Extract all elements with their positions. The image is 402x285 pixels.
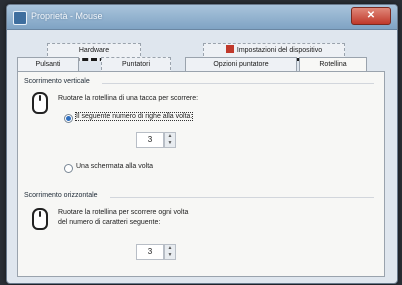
tab-row-front: Pulsanti Puntatori Opzioni puntatore Rot… [17,57,383,75]
vertical-description: Ruotare la rotellina di una tacca per sc… [58,95,199,102]
spin-up-icon[interactable]: ▲ [165,133,175,140]
tab-wheel-label: Rotellina [319,61,347,68]
chars-spin-buttons: ▲ ▼ [164,244,176,260]
chars-spin-value[interactable]: 3 [136,244,164,260]
mouse-properties-window: Proprietà - Mouse ✕ Hardware Impostazion… [6,4,398,284]
spin-down-icon[interactable]: ▼ [165,252,175,259]
shield-icon [225,45,234,53]
mouse-icon [32,208,48,230]
tab-hardware-label: Hardware [78,47,110,54]
wheel-panel: Scorrimento verticale Ruotare la rotelli… [17,71,385,277]
title-bar: Proprietà - Mouse ✕ [7,5,397,30]
lines-spin-buttons: ▲ ▼ [164,132,176,148]
horizontal-group-divider [110,197,374,198]
horizontal-scroll-title: Scorrimento orizzontale [24,192,98,199]
lines-spin-value[interactable]: 3 [136,132,164,148]
mouse-app-icon [13,11,27,25]
radio-lines-per-notch[interactable] [64,114,73,123]
radio-one-screen-label[interactable]: Una schermata alla volta [76,163,153,170]
tab-pointer-options[interactable]: Opzioni puntatore [185,57,297,72]
window-title: Proprietà - Mouse [31,11,103,21]
tab-buttons-label: Pulsanti [35,61,61,68]
horizontal-description-line1: Ruotare la rotellina per scorrere ogni v… [58,209,189,216]
horizontal-description-line2: del numero di caratteri seguente: [58,219,161,226]
radio-one-screen[interactable] [64,164,73,173]
spin-up-icon[interactable]: ▲ [165,245,175,252]
tab-pointer-options-label: Opzioni puntatore [213,61,269,68]
vertical-scroll-title: Scorrimento verticale [24,78,90,85]
tab-row-back: Hardware Impostazioni del dispositivo [17,43,383,61]
vertical-group-divider [102,83,374,84]
mouse-icon [32,92,48,114]
tab-buttons[interactable]: Pulsanti [17,57,79,72]
radio-lines-label[interactable]: Il seguente numero di righe alla volta: [74,112,194,121]
close-button[interactable]: ✕ [351,7,391,25]
tab-pointers-label: Puntatori [121,61,151,68]
tab-device-settings-label: Impostazioni del dispositivo [236,47,323,54]
spin-down-icon[interactable]: ▼ [165,140,175,147]
